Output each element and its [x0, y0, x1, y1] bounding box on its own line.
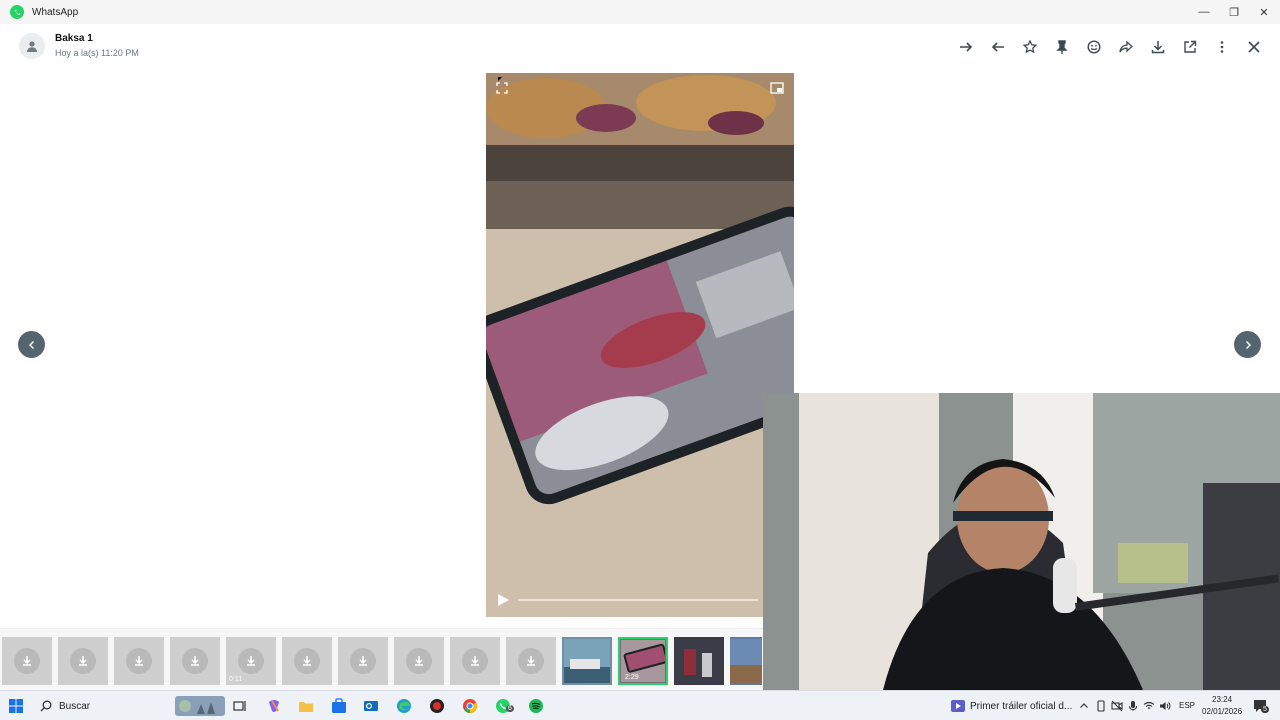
- thumbnail-download-video[interactable]: 0:11: [226, 637, 276, 685]
- microsoft-store-icon[interactable]: [329, 696, 349, 716]
- clock-date[interactable]: 02/01/2026: [1202, 707, 1242, 716]
- download-icon: [70, 648, 96, 674]
- whatsapp-logo-icon: [10, 5, 24, 19]
- task-view-icon[interactable]: [230, 696, 250, 716]
- thumbnail-image[interactable]: [730, 637, 762, 685]
- previous-media-button[interactable]: [18, 331, 45, 358]
- chrome-icon[interactable]: [460, 696, 480, 716]
- media-player-icon[interactable]: [948, 696, 968, 716]
- thumbnail-download[interactable]: [114, 637, 164, 685]
- thumbnail-video-selected[interactable]: 2:29: [618, 637, 668, 685]
- notification-badge: 5: [1261, 706, 1269, 713]
- file-explorer-icon[interactable]: [296, 696, 316, 716]
- picture-in-picture-icon[interactable]: [770, 81, 784, 99]
- notification-center-icon[interactable]: 5: [1250, 696, 1270, 716]
- spotify-icon[interactable]: [526, 696, 546, 716]
- tray-device-icon[interactable]: [1094, 696, 1108, 716]
- thumbnail-download[interactable]: [2, 637, 52, 685]
- thumbnail-download[interactable]: [338, 637, 388, 685]
- car-thumbnail: [730, 639, 762, 683]
- thumbnail-download[interactable]: [394, 637, 444, 685]
- media-timestamp: Hoy a la(s) 11:20 PM: [55, 48, 139, 58]
- whatsapp-unread-badge: 6: [506, 705, 514, 712]
- keyboard-language[interactable]: ESP: [1179, 701, 1195, 710]
- window-titlebar: WhatsApp — ❐ ✕: [0, 0, 1280, 24]
- tray-microphone-icon[interactable]: [1126, 696, 1140, 716]
- tray-volume-icon[interactable]: [1158, 696, 1172, 716]
- clock-time[interactable]: 23:24: [1212, 695, 1232, 704]
- boat-thumbnail: [564, 639, 610, 683]
- thumbnail-download[interactable]: [506, 637, 556, 685]
- video-progress-bar[interactable]: [518, 599, 758, 601]
- windows-start-icon[interactable]: [6, 696, 26, 716]
- avatar[interactable]: [19, 33, 45, 59]
- pin-icon[interactable]: [1052, 37, 1072, 57]
- arrow-right-icon[interactable]: [956, 37, 976, 57]
- widgets-icon[interactable]: [175, 696, 225, 716]
- fullscreen-icon[interactable]: [496, 81, 508, 99]
- play-icon[interactable]: [496, 593, 510, 612]
- emoji-icon[interactable]: [1084, 37, 1104, 57]
- close-icon[interactable]: [1244, 37, 1264, 57]
- edge-icon[interactable]: [394, 696, 414, 716]
- maximize-button[interactable]: ❐: [1218, 0, 1250, 24]
- download-icon[interactable]: [1148, 37, 1168, 57]
- person-icon: [27, 41, 37, 52]
- minimize-button[interactable]: —: [1188, 0, 1220, 24]
- thumbnail-image[interactable]: [562, 637, 612, 685]
- chevron-left-icon: [28, 340, 34, 349]
- copilot-icon[interactable]: [264, 696, 284, 716]
- video-frame: [486, 73, 794, 617]
- windows-taskbar: Buscar 6 Primer tráiler oficial d... ESP…: [0, 690, 1280, 720]
- tray-network-icon[interactable]: [1142, 696, 1156, 716]
- outlook-icon[interactable]: [361, 696, 381, 716]
- street-thumbnail: [676, 639, 722, 683]
- download-icon: [406, 648, 432, 674]
- media-viewer[interactable]: [486, 73, 794, 617]
- video-duration-badge: 2:29: [625, 674, 639, 681]
- star-icon[interactable]: [1020, 37, 1040, 57]
- taskbar-search-icon[interactable]: [36, 696, 56, 716]
- tray-chevron-up-icon[interactable]: [1077, 696, 1091, 716]
- window-title: WhatsApp: [32, 6, 79, 18]
- reply-icon[interactable]: [988, 37, 1008, 57]
- download-icon: [294, 648, 320, 674]
- download-icon: [238, 648, 264, 674]
- contact-name[interactable]: Baksa 1: [55, 33, 93, 44]
- app-icon-red[interactable]: [427, 696, 447, 716]
- media-now-playing[interactable]: Primer tráiler oficial d...: [970, 701, 1072, 712]
- open-external-icon[interactable]: [1180, 37, 1200, 57]
- whatsapp-taskbar-icon[interactable]: 6: [493, 696, 514, 716]
- webcam-feed: [763, 393, 1280, 690]
- thumbnail-image[interactable]: [674, 637, 724, 685]
- thumbnail-download[interactable]: [450, 637, 500, 685]
- download-icon: [462, 648, 488, 674]
- download-icon: [518, 648, 544, 674]
- download-icon: [182, 648, 208, 674]
- video-duration-badge: 0:11: [229, 676, 243, 683]
- download-icon: [126, 648, 152, 674]
- more-icon[interactable]: [1212, 37, 1232, 57]
- download-icon: [14, 648, 40, 674]
- window-close-button[interactable]: ✕: [1248, 0, 1280, 24]
- tray-camera-off-icon[interactable]: [1110, 696, 1124, 716]
- chevron-right-icon: [1245, 340, 1251, 349]
- thumbnail-download[interactable]: [282, 637, 332, 685]
- thumbnail-download[interactable]: [170, 637, 220, 685]
- thumbnail-download[interactable]: [58, 637, 108, 685]
- media-header: Baksa 1 Hoy a la(s) 11:20 PM: [0, 24, 1280, 70]
- taskbar-search-input[interactable]: Buscar: [59, 701, 90, 712]
- download-icon: [350, 648, 376, 674]
- webcam-overlay: [763, 393, 1280, 690]
- forward-icon[interactable]: [1116, 37, 1136, 57]
- next-media-button[interactable]: [1234, 331, 1261, 358]
